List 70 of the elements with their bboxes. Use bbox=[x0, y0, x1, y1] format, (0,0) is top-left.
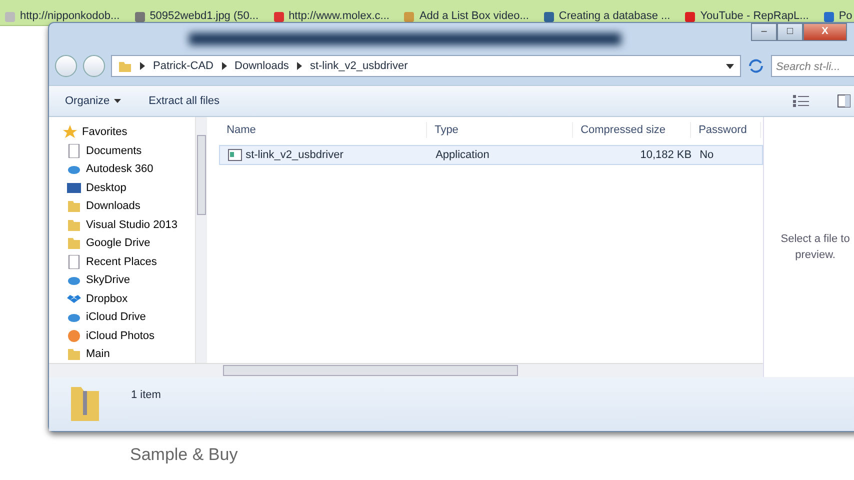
toolbar-button[interactable]: Organize bbox=[65, 92, 121, 110]
preview-pane-icon bbox=[837, 94, 851, 108]
folder-icon bbox=[67, 347, 81, 362]
bookmark-link[interactable]: 50952webd1.jpg (50... bbox=[150, 8, 259, 25]
sidebar-item[interactable]: Main bbox=[65, 345, 112, 363]
forward-button[interactable] bbox=[83, 55, 105, 77]
maximize-button[interactable]: □ bbox=[777, 23, 803, 41]
caret-icon bbox=[114, 99, 121, 103]
search-field[interactable]: Search st-li... bbox=[771, 55, 854, 77]
sidebar-item[interactable]: SkyDrive bbox=[65, 271, 132, 290]
sidebar-item[interactable]: Documents bbox=[65, 142, 144, 160]
column-header[interactable]: Type bbox=[426, 122, 573, 138]
view-icon bbox=[793, 95, 809, 107]
table-cell-text: 10,182 KB bbox=[639, 148, 692, 163]
star-icon bbox=[63, 125, 77, 140]
sidebar-item[interactable]: Google Drive bbox=[65, 234, 152, 252]
file-row[interactable]: st-link_v2_usbdriver Application 10,182 KB No bbox=[218, 145, 763, 165]
refresh-icon bbox=[747, 57, 765, 75]
folder-icon bbox=[67, 236, 81, 250]
chevron-icon bbox=[140, 62, 145, 70]
desktop-icon bbox=[67, 180, 81, 195]
column-header[interactable]: Name bbox=[218, 122, 427, 138]
bookmark-icon bbox=[134, 10, 146, 22]
bookmark-link[interactable]: YouTube - RepRapL... bbox=[700, 8, 809, 25]
minimize-button[interactable]: – bbox=[751, 23, 777, 41]
breadcrumb[interactable]: Patrick-CAD bbox=[153, 58, 214, 74]
scrollbar[interactable] bbox=[194, 117, 207, 363]
photos-icon bbox=[67, 328, 81, 343]
address-bar[interactable]: Patrick-CAD Downloads st-link_v2_usbdriver bbox=[111, 55, 741, 77]
bookmark-icon bbox=[4, 10, 16, 22]
doc-icon bbox=[67, 254, 81, 269]
folder-icon bbox=[118, 59, 132, 73]
bookmark-icon bbox=[272, 10, 285, 22]
sidebar-item[interactable]: Recent Places bbox=[65, 252, 159, 271]
breadcrumb[interactable]: st-link_v2_usbdriver bbox=[310, 58, 408, 74]
column-header[interactable]: Compressed size bbox=[572, 122, 691, 138]
sidebar-item[interactable]: iCloud Drive bbox=[65, 308, 148, 326]
chevron-icon bbox=[296, 62, 302, 70]
application-icon bbox=[228, 149, 242, 161]
bookmark-link[interactable]: Creating a database ... bbox=[558, 8, 670, 25]
bookmark-link[interactable]: Po bbox=[838, 8, 852, 25]
table-cell-text: No bbox=[698, 148, 715, 163]
horizontal-scrollbar[interactable] bbox=[206, 363, 763, 377]
chevron-icon bbox=[222, 62, 227, 70]
back-button[interactable] bbox=[55, 55, 77, 77]
sidebar-item[interactable]: Dropbox bbox=[65, 290, 130, 308]
item-count: 1 item bbox=[131, 388, 161, 403]
bookmark-link[interactable]: http://nipponkodob... bbox=[20, 8, 120, 25]
table-cell: st-link_v2_usbdriver bbox=[220, 146, 428, 164]
sidebar-item[interactable]: iCloud Photos bbox=[65, 326, 156, 345]
bookmark-icon bbox=[403, 10, 416, 22]
sidebar-item[interactable]: Desktop bbox=[65, 178, 128, 197]
table-cell-text: Application bbox=[434, 148, 490, 163]
bookmark-link[interactable]: http://www.molex.c... bbox=[288, 8, 390, 25]
caption-text: Sample & Buy bbox=[130, 444, 238, 466]
breadcrumb[interactable]: Downloads bbox=[234, 58, 289, 74]
bookmark-icon bbox=[684, 10, 696, 22]
folder-icon bbox=[67, 199, 81, 214]
bookmark-icon bbox=[542, 10, 555, 22]
doc-icon bbox=[67, 144, 81, 158]
toolbar-button[interactable]: Extract all files bbox=[148, 92, 220, 110]
bookmark-icon bbox=[822, 10, 835, 22]
sidebar-item[interactable]: Favorites bbox=[49, 123, 130, 142]
bookmark-link[interactable]: Add a List Box video... bbox=[419, 8, 529, 25]
sidebar-item[interactable]: Autodesk 360 bbox=[65, 160, 156, 178]
folder-icon bbox=[67, 218, 81, 232]
sidebar-item[interactable]: Downloads bbox=[65, 197, 142, 216]
sidebar-item[interactable]: Visual Studio 2013 bbox=[65, 216, 180, 234]
dropdown-icon bbox=[726, 64, 734, 68]
column-header[interactable]: Password bbox=[690, 122, 761, 138]
